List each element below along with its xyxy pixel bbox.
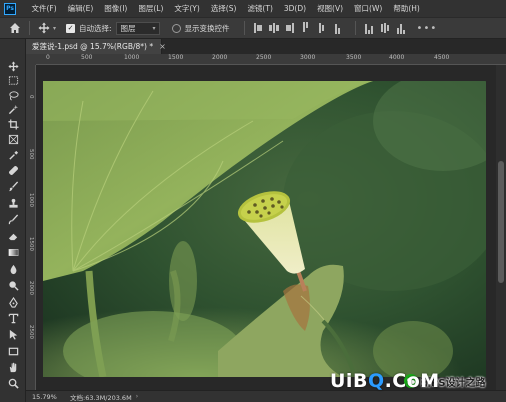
vertical-scrollbar[interactable] (496, 65, 506, 390)
lasso-tool-icon[interactable] (6, 89, 20, 101)
menu-type[interactable]: 文字(Y) (169, 3, 205, 14)
show-transform-controls-label: 显示变换控件 (184, 23, 230, 33)
magic-wand-tool-icon[interactable] (6, 103, 20, 115)
ruler-label: 0 (46, 54, 50, 61)
align-top-edges-icon[interactable] (300, 22, 312, 34)
type-tool-icon[interactable] (6, 312, 20, 324)
document-tab-bar: 爱莲说-1.psd @ 15.7%(RGB/8*) * × (26, 39, 506, 54)
ruler-label: 4000 (389, 54, 405, 61)
distribute-top-icon[interactable] (363, 22, 375, 34)
hand-tool-icon[interactable] (6, 361, 20, 373)
align-right-edges-icon[interactable] (284, 22, 296, 34)
healing-brush-tool-icon[interactable] (6, 164, 20, 176)
ruler-label: 0 (28, 95, 34, 99)
blur-tool-icon[interactable] (6, 263, 20, 275)
show-transform-controls-checkbox[interactable] (171, 23, 181, 33)
vertical-ruler[interactable]: 0 500 1000 1500 2000 2500 (26, 65, 36, 390)
ruler-corner[interactable] (26, 54, 36, 65)
menu-3d[interactable]: 3D(D) (278, 4, 311, 13)
align-left-edges-icon[interactable] (252, 22, 264, 34)
logo-part: UiB (330, 370, 368, 392)
ruler-label: 2500 (28, 325, 34, 339)
lotus-photo-image (43, 81, 486, 377)
home-icon[interactable] (8, 21, 22, 35)
clone-stamp-tool-icon[interactable] (6, 197, 20, 209)
canvas-area[interactable] (36, 65, 496, 390)
divider (29, 21, 30, 35)
ruler-label: 2000 (212, 54, 228, 61)
uibq-logo: UiBQ.CoM (330, 370, 440, 392)
photoshop-logo-icon: Ps (4, 2, 16, 15)
ruler-label: 2000 (28, 281, 34, 295)
brush-tool-icon[interactable] (6, 180, 20, 192)
close-icon[interactable]: × (159, 42, 166, 51)
align-bottom-edges-icon[interactable] (332, 22, 344, 34)
auto-select-target-dropdown[interactable]: 图层 ▾ (115, 21, 160, 35)
menu-edit[interactable]: 编辑(E) (62, 3, 99, 14)
chevron-down-icon[interactable]: ▾ (53, 25, 56, 32)
ruler-label: 1000 (124, 54, 140, 61)
logo-part: Q (367, 370, 385, 392)
canvas-image[interactable] (43, 81, 486, 377)
distribute-center-icon[interactable] (379, 22, 391, 34)
divider (243, 21, 245, 35)
ruler-label: 3000 (300, 54, 316, 61)
align-horizontal-centers-icon[interactable] (268, 22, 280, 34)
document-tab-title: 爱莲说-1.psd @ 15.7%(RGB/8*) * (32, 42, 154, 51)
menu-window[interactable]: 窗口(W) (349, 3, 388, 14)
more-options-icon[interactable]: ••• (417, 23, 438, 34)
eyedropper-tool-icon[interactable] (6, 149, 20, 161)
logo-part: .CoM (384, 370, 440, 392)
distribute-bottom-icon[interactable] (395, 22, 407, 34)
ruler-label: 500 (81, 54, 93, 61)
align-vertical-centers-icon[interactable] (316, 22, 328, 34)
ruler-label: 500 (28, 149, 34, 160)
zoom-level[interactable]: 15.79% (26, 393, 70, 401)
move-tool-icon[interactable] (6, 60, 20, 72)
menu-select[interactable]: 选择(S) (205, 3, 242, 14)
scrollbar-thumb[interactable] (498, 161, 504, 283)
pen-tool-icon[interactable] (6, 296, 20, 308)
watermark-logo: UiBQ.CoM (330, 368, 440, 394)
auto-select-target-value: 图层 (120, 23, 136, 33)
frame-tool-icon[interactable] (6, 133, 20, 145)
history-brush-tool-icon[interactable] (6, 213, 20, 225)
path-selection-tool-icon[interactable] (6, 328, 20, 340)
divider (354, 21, 356, 35)
marquee-tool-icon[interactable] (6, 74, 20, 86)
auto-select-checkbox[interactable]: ✓ (66, 23, 76, 33)
ruler-label: 3500 (346, 54, 362, 61)
chevron-right-icon[interactable]: › (136, 393, 138, 400)
ruler-label: 4500 (434, 54, 450, 61)
zoom-tool-icon[interactable] (6, 377, 20, 389)
distribute-buttons-group (363, 22, 411, 34)
menu-image[interactable]: 图像(I) (99, 3, 133, 14)
menu-bar: Ps 文件(F) 编辑(E) 图像(I) 图层(L) 文字(Y) 选择(S) 滤… (0, 0, 506, 17)
rectangle-tool-icon[interactable] (6, 345, 20, 357)
crop-tool-icon[interactable] (6, 118, 20, 130)
document-size-info: 文档:63.3M/203.6M (70, 393, 132, 402)
auto-select-label: 自动选择: (79, 23, 112, 33)
options-bar: ▾ ✓ 自动选择: 图层 ▾ 显示变换控件 ••• (0, 17, 506, 39)
ruler-label: 1500 (168, 54, 184, 61)
menu-help[interactable]: 帮助(H) (388, 3, 426, 14)
menu-file[interactable]: 文件(F) (26, 3, 62, 14)
ruler-label: 1000 (28, 193, 34, 207)
ruler-label: 1500 (28, 237, 34, 251)
ruler-label: 2500 (256, 54, 272, 61)
align-buttons-group (252, 22, 348, 34)
document-tab[interactable]: 爱莲说-1.psd @ 15.7%(RGB/8*) * × (26, 39, 166, 54)
menu-view[interactable]: 视图(V) (312, 3, 349, 14)
move-tool-options-icon[interactable] (37, 21, 51, 35)
menu-layer[interactable]: 图层(L) (133, 3, 169, 14)
gradient-tool-icon[interactable] (6, 246, 20, 258)
menu-filter[interactable]: 滤镜(T) (242, 3, 278, 14)
horizontal-ruler[interactable]: 0 500 1000 1500 2000 2500 3000 3500 4000… (36, 54, 506, 65)
eraser-tool-icon[interactable] (6, 230, 20, 242)
tools-panel (0, 39, 26, 402)
chevron-down-icon: ▾ (152, 24, 156, 32)
dodge-tool-icon[interactable] (6, 279, 20, 291)
